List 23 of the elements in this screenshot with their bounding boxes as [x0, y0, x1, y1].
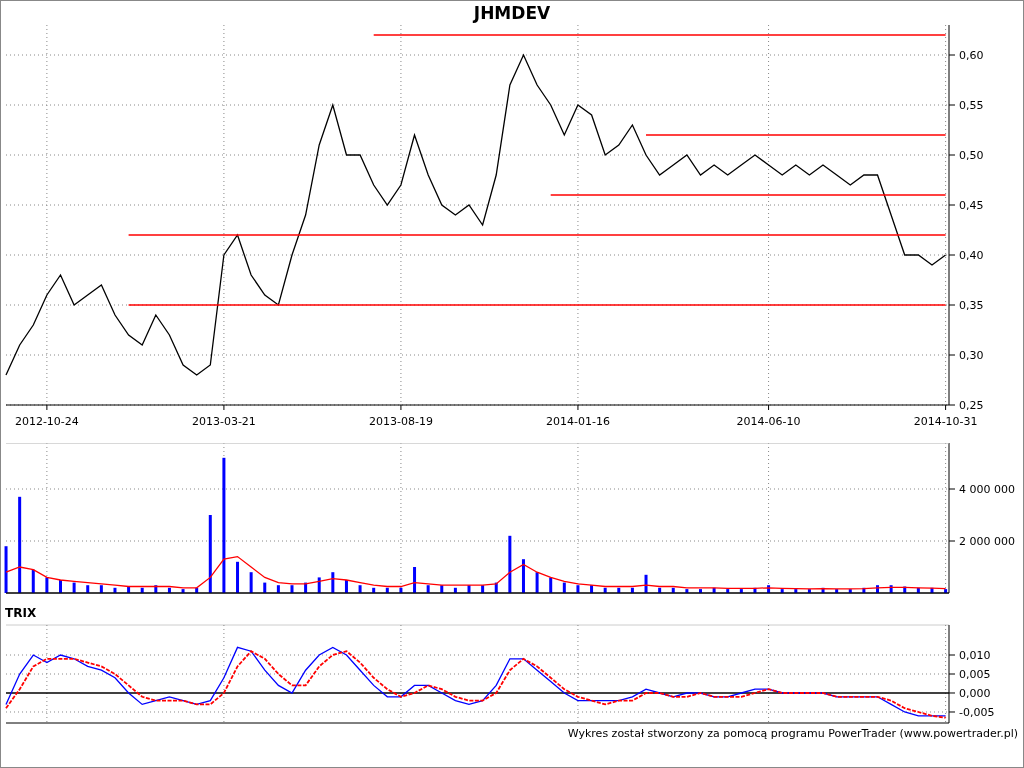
axis-label: 0,45 — [959, 199, 984, 212]
date-label: 2012-10-24 — [14, 415, 79, 428]
axis-label: 0,40 — [959, 249, 984, 262]
axis-label: 0,25 — [959, 399, 984, 412]
axis-label: 0,005 — [959, 668, 991, 681]
date-label: 2013-08-19 — [368, 415, 433, 428]
axis-label: 0,55 — [959, 99, 984, 112]
axis-label: 0,50 — [959, 149, 984, 162]
chart-title: TRIX — [5, 606, 37, 620]
axis-label: 2 000 000 — [959, 535, 1015, 548]
date-label: 2014-10-31 — [913, 415, 978, 428]
axis-label: -0,005 — [959, 706, 995, 719]
axis-label: 4 000 000 — [959, 483, 1015, 496]
chart-title: JHMDEV — [473, 3, 551, 23]
footer-credit: Wykres został stworzony za pomocą programu PowerTrader (www.powertrader.pl) — [567, 727, 1018, 741]
axis-label: 0,000 — [959, 687, 991, 700]
axis-label: 0,010 — [959, 649, 991, 662]
date-label: 2013-03-21 — [191, 415, 256, 428]
axis-label: 0,30 — [959, 349, 984, 362]
date-label: 2014-06-10 — [736, 415, 801, 428]
date-label: 2014-01-16 — [545, 415, 610, 428]
axis-label: 0,35 — [959, 299, 984, 312]
axis-label: 0,60 — [959, 49, 984, 62]
